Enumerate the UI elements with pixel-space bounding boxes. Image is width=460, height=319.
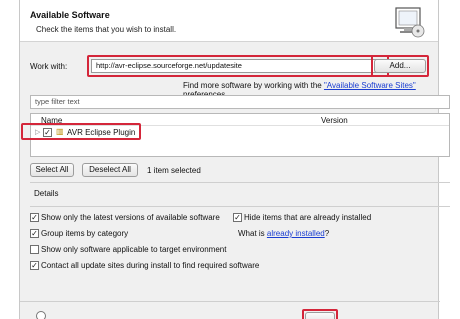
hide-installed-label: Hide items that are already installed [244, 213, 372, 222]
contact-sites-label: Contact all update sites during install … [41, 261, 260, 270]
highlight-next-box [302, 309, 338, 319]
page-title: Available Software [30, 10, 110, 20]
target-environment-label: Show only software applicable to target … [41, 245, 227, 254]
help-icon[interactable] [36, 311, 46, 319]
divider [20, 301, 440, 302]
highlight-add-box [371, 55, 429, 77]
hide-installed-checkbox[interactable]: ✓ [233, 213, 242, 222]
group-by-category-checkbox[interactable]: ✓ [30, 229, 39, 238]
select-all-button[interactable]: Select All [30, 163, 74, 177]
page-subtitle: Check the items that you wish to install… [36, 25, 177, 34]
already-installed-link[interactable]: already installed [267, 229, 325, 238]
deselect-all-button[interactable]: Deselect All [82, 163, 138, 177]
available-software-sites-link[interactable]: "Available Software Sites" [324, 81, 416, 90]
install-dialog: Available Software Check the items that … [19, 0, 450, 319]
filter-input[interactable]: type filter text [30, 95, 450, 109]
divider [30, 206, 450, 207]
contact-sites-checkbox[interactable]: ✓ [30, 261, 39, 270]
column-version: Version [321, 116, 348, 125]
selection-status: 1 item selected [147, 166, 201, 175]
work-with-label: Work with: [30, 62, 68, 71]
what-is-installed-text: What is already installed? [238, 229, 330, 238]
divider [30, 182, 450, 183]
group-by-category-label: Group items by category [41, 229, 129, 238]
details-label: Details [34, 189, 59, 198]
highlight-url-box [87, 55, 389, 77]
dialog-banner: Available Software Check the items that … [20, 0, 438, 42]
target-environment-checkbox[interactable] [30, 245, 39, 254]
latest-versions-label: Show only the latest versions of availab… [41, 213, 220, 222]
latest-versions-checkbox[interactable]: ✓ [30, 213, 39, 222]
highlight-plugin-box [21, 123, 141, 140]
monitor-cd-icon [395, 7, 425, 38]
